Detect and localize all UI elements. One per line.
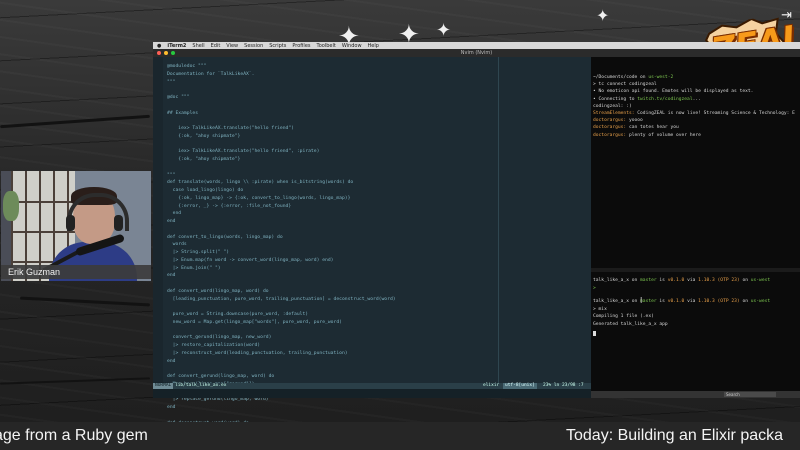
editor-gutter — [153, 57, 163, 383]
terminal-line: doctorargus: yoooo — [593, 118, 643, 123]
window-controls — [157, 51, 175, 55]
zoom-window-icon[interactable] — [171, 51, 175, 55]
command-line[interactable] — [153, 389, 591, 398]
menu-item-session[interactable]: Session — [244, 43, 263, 49]
plant — [3, 191, 19, 221]
terminal-text: 1.10.3 (OTP 23) — [698, 299, 740, 305]
minimize-window-icon[interactable] — [164, 51, 168, 55]
terminal-line: StreamElements: CodingZEAL is now live! … — [593, 111, 795, 116]
menu-item-shell[interactable]: Shell — [192, 43, 204, 49]
terminal-text: 1.10.3 (OTP 23) — [698, 278, 740, 283]
menu-item-profiles[interactable]: Profiles — [292, 43, 310, 49]
text-cursor-icon: I — [640, 296, 643, 305]
terminal-text: doctorargus: — [593, 132, 629, 138]
terminal-text: plenty of volume over here — [628, 132, 701, 138]
terminal-text: can totes hear you — [628, 125, 679, 131]
terminal-text: via — [684, 278, 699, 283]
terminal-text: ~/Documents/code on — [593, 75, 649, 80]
terminal-text: us-west-2 — [648, 75, 674, 80]
news-ticker: age from a Ruby gem Today: Building an E… — [0, 422, 800, 450]
terminal-text: > mix — [593, 306, 607, 312]
code-editor[interactable]: @moduledoc """ Documentation for `TalkLi… — [153, 57, 591, 433]
streamer-name: Erik Guzman — [8, 267, 61, 277]
terminal-text: master — [640, 278, 657, 283]
terminal-search-input[interactable]: Search — [724, 392, 776, 397]
terminal-text: Generated talk_like_a_x app — [593, 322, 668, 327]
headset-earcup-right — [114, 215, 123, 231]
terminal-cursor — [593, 330, 596, 336]
shoji-rail — [11, 201, 75, 203]
terminal-line: doctorargus: plenty of volume over here — [593, 133, 701, 138]
terminal-text: ... — [692, 96, 701, 102]
menu-item-scripts[interactable]: Scripts — [269, 43, 286, 49]
terminal-text: talk_like_a_x on — [593, 299, 641, 305]
terminal-text: > tc connect codingzeal — [593, 82, 657, 88]
menu-item-iterm2[interactable]: iTerm2 — [167, 43, 186, 49]
terminal-text: • Connecting to — [593, 96, 638, 102]
terminal-line: > — [593, 286, 596, 291]
terminal-text: v0.1.0 — [667, 278, 685, 283]
terminal-line: > tc connect codingzeal — [593, 82, 657, 87]
terminal-text: > — [593, 285, 596, 291]
close-window-icon[interactable] — [157, 51, 161, 55]
terminal-text: is — [656, 278, 668, 283]
terminal-line: talk_like_a_x on master is v0.1.0 via 1.… — [593, 299, 770, 304]
terminal-text: doctorargus: — [593, 118, 629, 124]
menu-item-window[interactable]: Window — [342, 43, 362, 49]
terminal-text: CodingZEAL is now live! Streaming Scienc… — [637, 111, 795, 116]
shoji-rail — [11, 231, 75, 233]
editor-split-line — [498, 57, 499, 383]
terminal-line: codingzeal: :) — [593, 104, 632, 109]
terminal-text: master — [640, 299, 657, 305]
terminal-text: • No emoticon api found. Emotes will be … — [593, 89, 754, 95]
terminal-text: StreamElements: — [593, 111, 638, 116]
menu-item-help[interactable]: Help — [368, 43, 379, 49]
terminal-line: doctorargus: can totes hear you — [593, 125, 679, 130]
terminal-text: v0.1.0 — [667, 299, 685, 305]
terminal-text: twitch.tv/codingzeal — [637, 96, 693, 102]
terminal-text: us-west — [750, 278, 771, 283]
terminal-text: doctorargus: — [593, 125, 629, 131]
terminal-line: Generated talk_like_a_x app — [593, 322, 668, 327]
menu-bar: ● iTerm2 Shell Edit View Session Scripts… — [153, 42, 800, 49]
terminal-text: is — [656, 299, 668, 305]
terminal-line: Compiling 1 file (.ex) — [593, 314, 654, 319]
terminal-text: Compiling 1 file (.ex) — [593, 314, 654, 320]
terminal-line: > mix — [593, 307, 607, 312]
terminal-pane-shell[interactable]: talk_like_a_x on master is v0.1.0 via 1.… — [591, 272, 800, 398]
terminal-pane-chat[interactable]: ~/Documents/code on us-west-2 > tc connec… — [591, 57, 800, 268]
menu-item-edit[interactable]: Edit — [211, 43, 221, 49]
sparkle-icon: ✦ — [596, 6, 610, 25]
window-titlebar: Nvim (Nvim) — [153, 49, 800, 57]
ticker-text-today: Today: Building an Elixir packa — [566, 427, 784, 444]
menu-item-toolbelt[interactable]: Toolbelt — [317, 43, 336, 49]
terminal-line: • Connecting to twitch.tv/codingzeal... — [593, 97, 701, 102]
menu-item-view[interactable]: View — [226, 43, 238, 49]
terminal-text: talk_like_a_x on — [593, 278, 641, 283]
ticker-text-previous: age from a Ruby gem — [0, 427, 148, 444]
terminal-text: on — [739, 299, 751, 305]
terminal-line: • No emoticon api found. Emotes will be … — [593, 89, 753, 94]
terminal-text: on — [739, 278, 751, 283]
sparkle-icon: ✦ — [436, 20, 452, 41]
shared-screen: ● iTerm2 Shell Edit View Session Scripts… — [153, 42, 800, 433]
terminal-text: via — [684, 299, 699, 305]
terminal-line: talk_like_a_x on master is v0.1.0 via 1.… — [593, 278, 770, 283]
code-buffer[interactable]: @moduledoc """ Documentation for `TalkLi… — [167, 63, 396, 435]
window-title: Nvim (Nvim) — [460, 50, 493, 56]
terminal-text: yoooo — [628, 118, 643, 124]
apple-icon[interactable]: ● — [157, 43, 161, 49]
terminal-text: us-west — [750, 299, 771, 305]
terminal-text: codingzeal: :) — [593, 103, 632, 109]
terminal-line: ~/Documents/code on us-west-2 — [593, 75, 673, 80]
headset-earcup-left — [66, 215, 75, 231]
